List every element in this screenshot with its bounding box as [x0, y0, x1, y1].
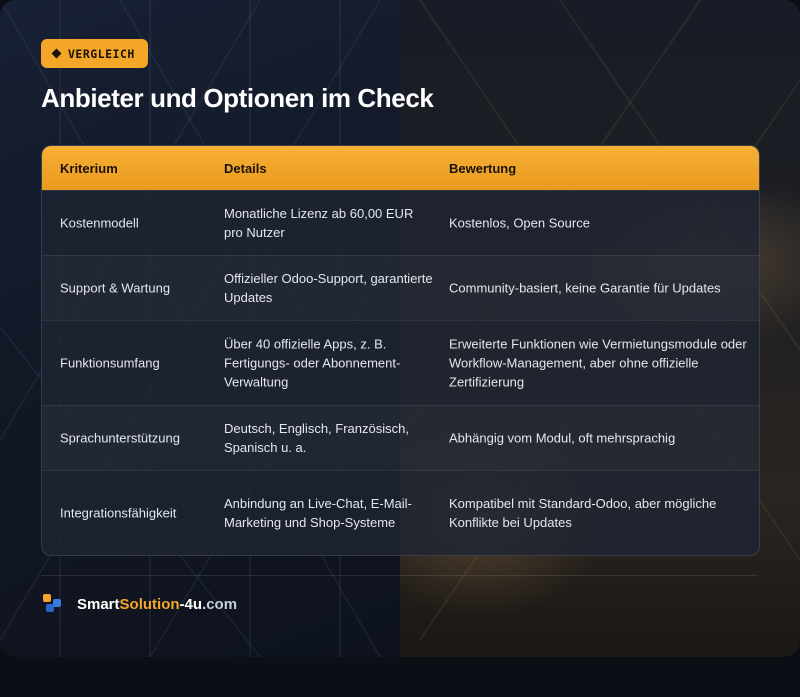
cell-details: Offizieller Odoo-Support, garantierte Up…: [224, 271, 433, 305]
brand-mark-icon: [43, 594, 63, 614]
table-row: Funktionsumfang Über 40 offizielle Apps,…: [42, 320, 759, 405]
cell-details: Deutsch, Englisch, Französisch, Spanisch…: [224, 421, 409, 455]
page-title: Anbieter und Optionen im Check: [41, 83, 434, 113]
cell-kriterium: Sprachunterstützung: [60, 430, 180, 446]
cell-bewertung: Kostenlos, Open Source: [449, 215, 590, 231]
table-row: Integrationsfähigkeit Anbindung an Live-…: [42, 470, 759, 555]
diamond-icon: [51, 48, 62, 59]
category-badge: VERGLEICH: [41, 39, 148, 68]
cell-bewertung: Community-basiert, keine Garantie für Up…: [449, 280, 721, 296]
header-bewertung: Bewertung: [449, 161, 517, 176]
cell-kriterium: Support & Wartung: [60, 280, 171, 296]
cell-bewertung: Erweiterte Funktionen wie Vermietungsmod…: [449, 336, 747, 390]
comparison-table: Kriterium Details Bewertung Kostenmodell…: [41, 145, 760, 556]
cell-details: Anbindung an Live-Chat, E-Mail-Marketing…: [224, 496, 412, 530]
badge-label: VERGLEICH: [68, 46, 135, 61]
cell-bewertung: Abhängig vom Modul, oft mehrsprachig: [449, 430, 676, 446]
table-row: Sprachunterstützung Deutsch, Englisch, F…: [42, 405, 759, 470]
brand-logo[interactable]: SmartSolution-4u.com: [43, 594, 237, 614]
cell-kriterium: Kostenmodell: [60, 215, 139, 231]
brand-name: SmartSolution-4u.com: [77, 596, 237, 613]
brand-name-part1: Smart: [77, 595, 120, 613]
brand-name-part4: .com: [202, 595, 238, 613]
header-kriterium: Kriterium: [60, 161, 118, 176]
cell-details: Über 40 offizielle Apps, z. B. Fertigung…: [224, 336, 401, 390]
brand-name-part3: -4u: [179, 595, 203, 613]
brand-name-part2: Solution: [119, 595, 180, 613]
footer-divider: [41, 575, 758, 576]
table-row: Kostenmodell Monatliche Lizenz ab 60,00 …: [42, 190, 759, 255]
cell-details: Monatliche Lizenz ab 60,00 EUR pro Nutze…: [224, 206, 414, 240]
comparison-card: VERGLEICH Anbieter und Optionen im Check…: [0, 0, 800, 657]
table-row: Support & Wartung Offizieller Odoo-Suppo…: [42, 255, 759, 320]
cell-kriterium: Integrationsfähigkeit: [60, 505, 177, 521]
cell-bewertung: Kompatibel mit Standard-Odoo, aber mögli…: [449, 496, 717, 530]
header-details: Details: [224, 161, 267, 176]
cell-kriterium: Funktionsumfang: [60, 355, 160, 371]
table-header: Kriterium Details Bewertung: [42, 146, 759, 190]
